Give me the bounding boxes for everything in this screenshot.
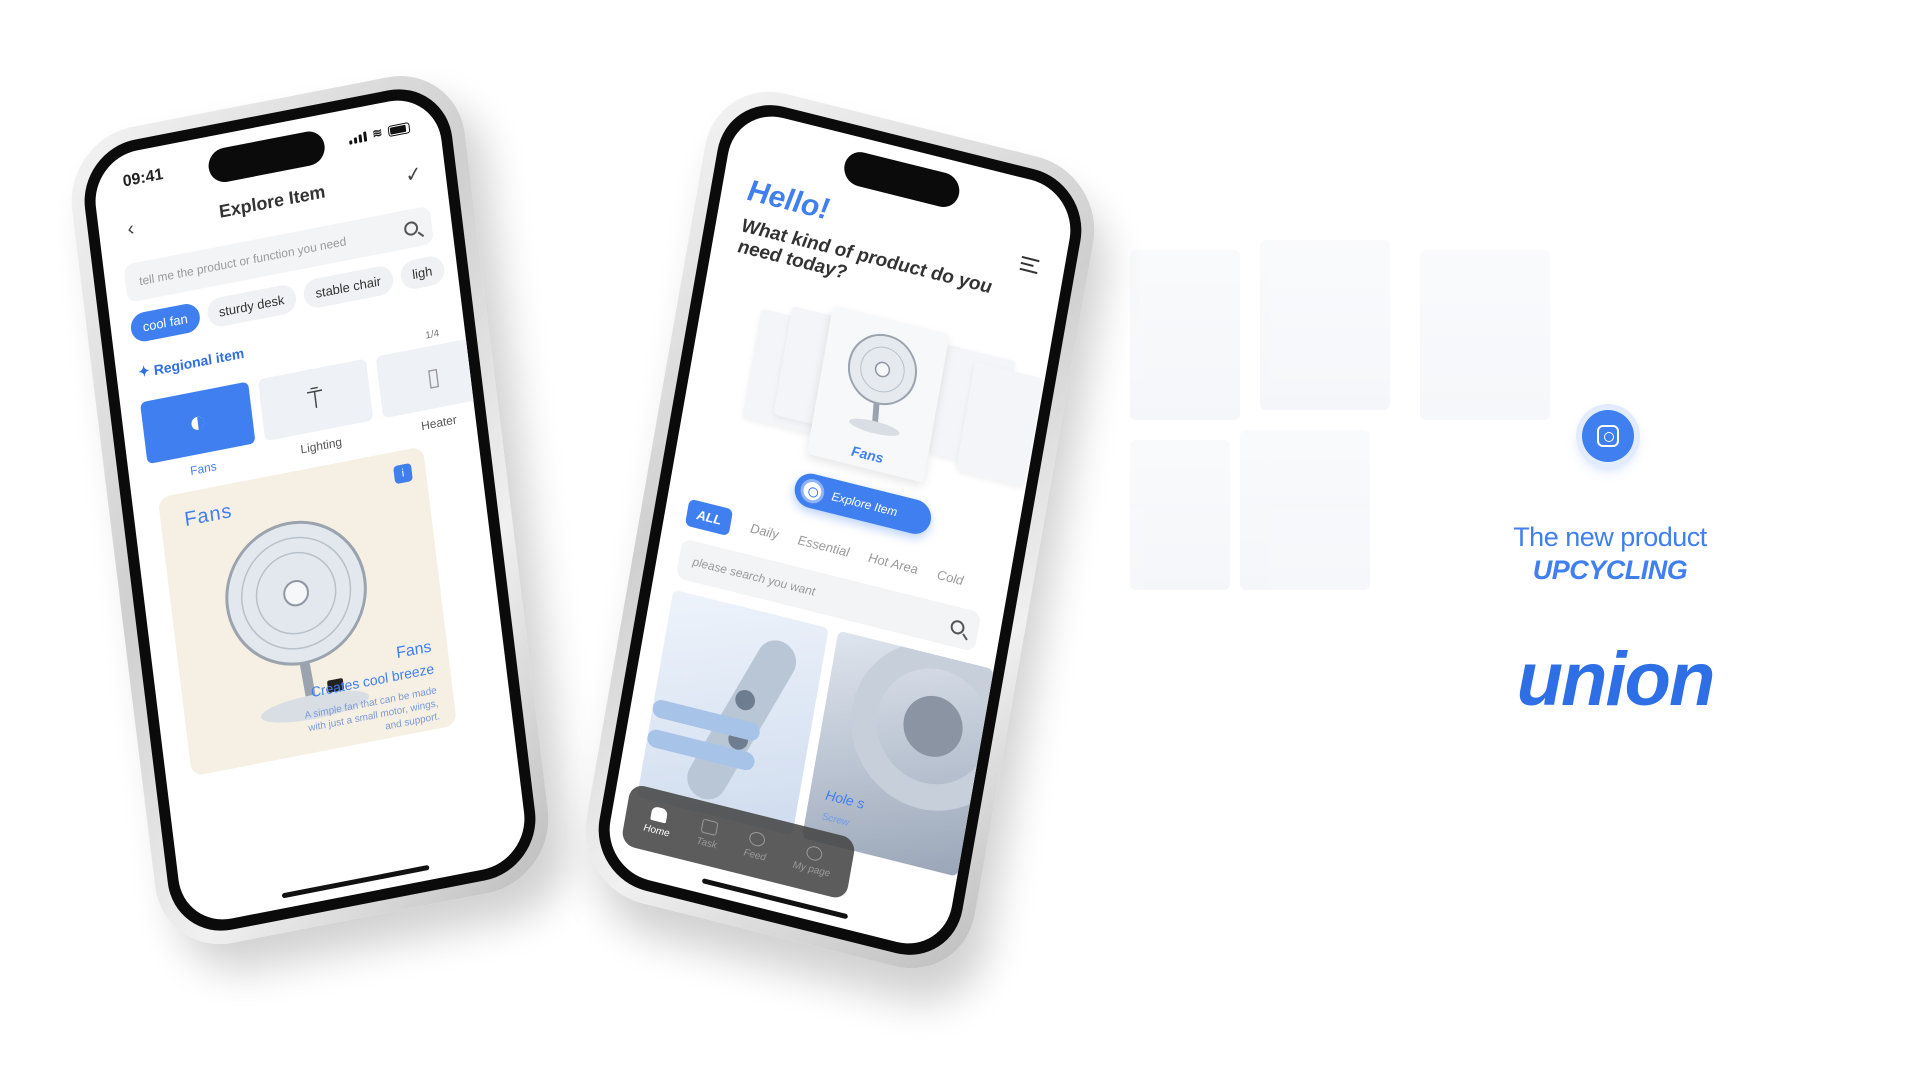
home-icon — [650, 805, 669, 824]
user-icon — [805, 844, 824, 862]
tab-daily[interactable]: Daily — [749, 520, 780, 542]
regional-item-label: Regional item — [152, 344, 245, 378]
dynamic-island — [206, 128, 327, 185]
cube-icon — [700, 817, 719, 836]
page-title: Explore Item — [217, 181, 327, 222]
tab-essential[interactable]: Essential — [797, 532, 851, 560]
tab-all[interactable]: ALL — [684, 498, 734, 537]
chip-sturdy-desk[interactable]: sturdy desk — [205, 282, 298, 329]
check-icon[interactable]: ✓ — [400, 160, 427, 189]
tab-hot-area[interactable]: Hot Area — [867, 550, 919, 577]
globe-icon — [748, 829, 767, 848]
desk-fan-thumbnail — [847, 333, 917, 436]
status-time: 09:41 — [121, 165, 165, 191]
menu-icon[interactable] — [1019, 255, 1040, 278]
nav-feed[interactable]: Feed — [743, 829, 770, 863]
category-heater[interactable]: ▯ Heater — [375, 335, 494, 441]
chip-lighting[interactable]: ligh — [398, 254, 446, 292]
tagline: The new product UPCYCLING — [1490, 522, 1730, 586]
wifi-icon: ≋ — [371, 125, 384, 142]
chip-stable-chair[interactable]: stable chair — [302, 264, 395, 311]
tagline-line-1: The new product — [1513, 522, 1707, 552]
phone-explore-item: 09:41 ≋ ‹ Explore Item ✓ cool f — [63, 63, 557, 957]
info-icon[interactable]: i — [393, 462, 413, 485]
search-icon[interactable] — [949, 618, 966, 636]
home-screen: Hello! What kind of product do you need … — [602, 106, 1078, 954]
nav-label: Home — [642, 821, 671, 840]
nav-label: My page — [791, 859, 832, 880]
sparkle-icon: ✦ — [137, 362, 151, 381]
tagline-line-2: UPCYCLING — [1532, 555, 1688, 585]
union-app-icon — [1582, 410, 1634, 462]
nav-home[interactable]: Home — [643, 804, 674, 839]
featured-card-stack[interactable]: Fans — [739, 289, 1043, 500]
nav-my-page[interactable]: My page — [792, 841, 834, 879]
category-pager: 1/4 — [424, 328, 440, 342]
search-icon[interactable] — [403, 220, 419, 237]
explore-item-screen: 09:41 ≋ ‹ Explore Item ✓ cool f — [90, 92, 530, 928]
nav-label: Task — [695, 835, 718, 851]
chip-cool-fan[interactable]: cool fan — [129, 301, 202, 344]
back-icon[interactable]: ‹ — [118, 216, 144, 243]
category-lighting[interactable]: ⍑ Lighting — [257, 358, 376, 464]
nav-label: Feed — [742, 846, 767, 864]
phone-home: Hello! What kind of product do you need … — [574, 76, 1106, 984]
nav-task[interactable]: Task — [696, 817, 721, 851]
union-logo: union — [1516, 637, 1716, 722]
signal-icon — [348, 130, 368, 145]
lamp-icon: ⍑ — [305, 382, 325, 416]
fan-icon: ◐ — [186, 404, 209, 441]
explore-item-label: Explore Item — [830, 489, 899, 520]
category-fans[interactable]: ◐ Fans — [140, 381, 258, 486]
heater-icon: ▯ — [425, 362, 442, 392]
battery-icon — [387, 121, 411, 137]
home-indicator — [281, 864, 430, 899]
tab-cold[interactable]: Cold — [936, 567, 965, 588]
regional-item-heading: ✦ Regional item — [137, 344, 245, 381]
explore-icon — [798, 476, 827, 506]
featured-card[interactable]: Fans — [806, 305, 950, 483]
dynamic-island — [841, 148, 963, 211]
featured-fan-card[interactable]: Fans i Fans Creates cool breeze A simple… — [157, 446, 457, 777]
